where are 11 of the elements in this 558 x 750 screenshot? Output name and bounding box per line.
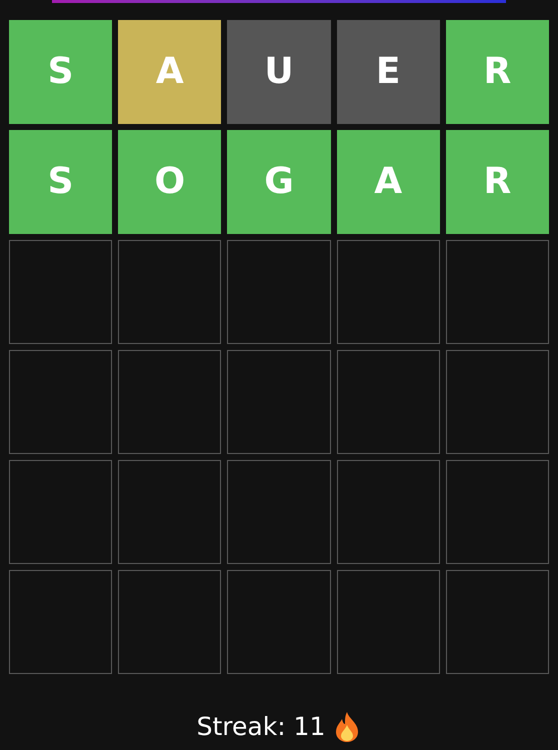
letter-tile: U — [227, 20, 331, 124]
streak-counter: Streak: 11 — [196, 711, 326, 743]
letter-tile: A — [336, 130, 440, 234]
letter-tile: E — [336, 20, 440, 124]
letter-tile: R — [446, 130, 549, 234]
letter-tile: O — [118, 130, 222, 234]
letter-tile: A — [118, 20, 222, 124]
letter-tile: S — [9, 130, 112, 234]
letter-tile: S — [9, 20, 112, 124]
letter-tile: R — [446, 20, 549, 124]
letter-tile: G — [227, 130, 331, 234]
